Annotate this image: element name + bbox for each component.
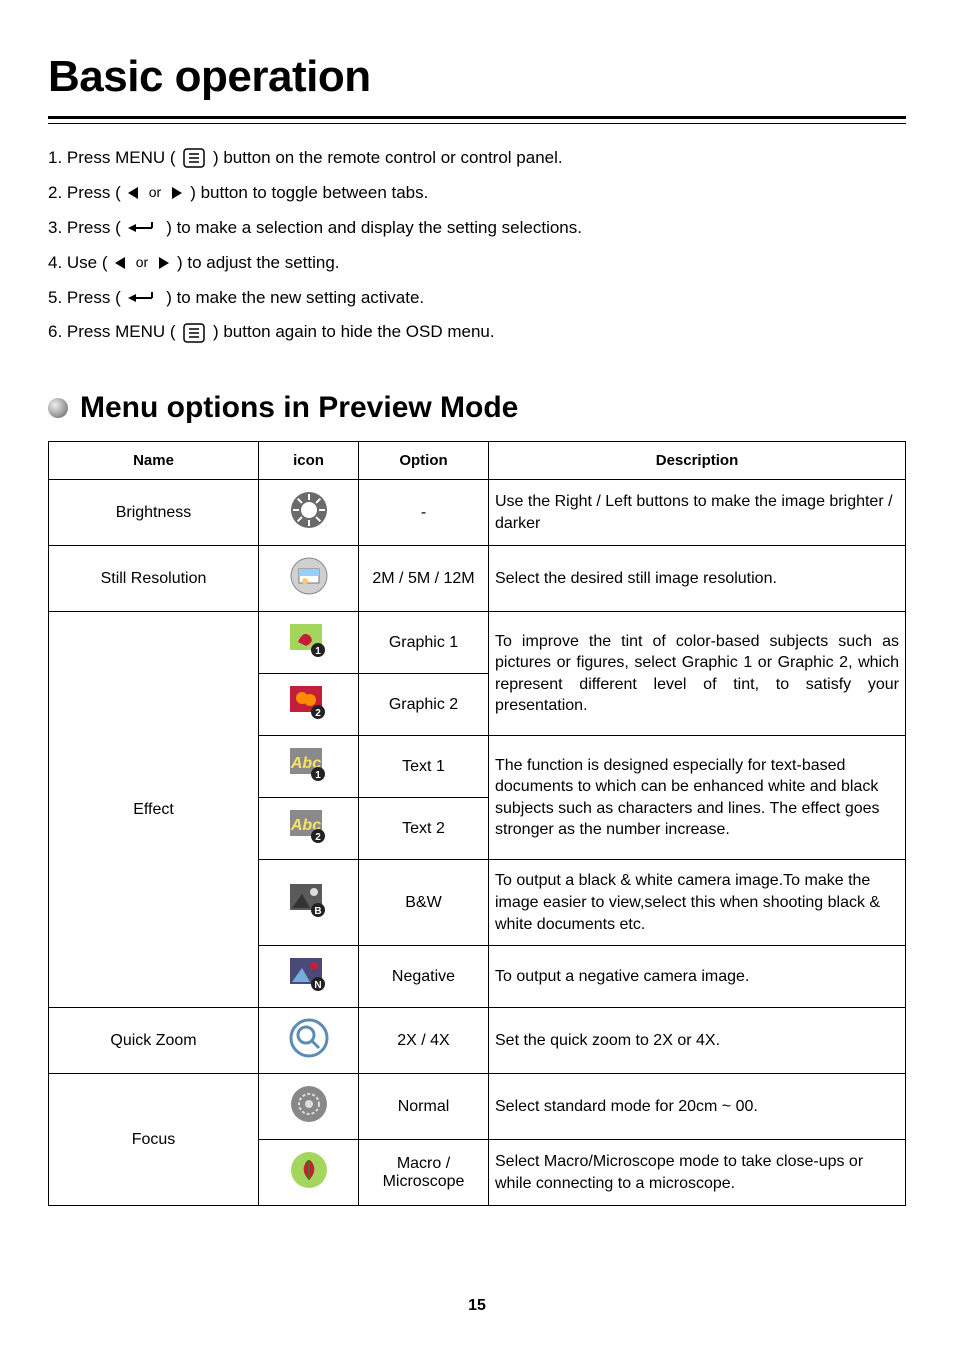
svg-text:or: or [149, 185, 162, 200]
left-right-arrows: or [128, 183, 182, 203]
table-row: Effect1Graphic 1To improve the tint of c… [49, 612, 906, 674]
menu-icon [183, 323, 205, 343]
step-text-before: 3. Press ( [48, 214, 125, 243]
col-icon: icon [259, 442, 359, 480]
table-row: Quick Zoom 2X / 4XSet the quick zoom to 2… [49, 1008, 906, 1074]
text1-icon: Abc1 [259, 736, 359, 798]
table-row: FocusNormalSelect standard mode for 20cm… [49, 1074, 906, 1140]
instruction-steps: 1. Press MENU ( ) button on the remote c… [48, 144, 906, 347]
svg-text:or: or [136, 255, 149, 270]
cell-description: Select the desired still image resolutio… [489, 546, 906, 612]
cell-option: 2M / 5M / 12M [359, 546, 489, 612]
step-text-after: ) to make the new setting activate. [161, 284, 424, 313]
left-right-arrows: or [115, 253, 169, 273]
step-text-after: ) to make a selection and display the se… [161, 214, 582, 243]
cell-option: Text 2 [359, 798, 489, 860]
text2-icon: Abc2 [259, 798, 359, 860]
focus-icon [259, 1074, 359, 1140]
cell-option: Text 1 [359, 736, 489, 798]
col-option: Option [359, 442, 489, 480]
instruction-step: 5. Press ( ) to make the new setting act… [48, 284, 906, 313]
cell-name: Quick Zoom [49, 1008, 259, 1074]
svg-text:1: 1 [315, 770, 321, 781]
cell-description: Select standard mode for 20cm ~ 00. [489, 1074, 906, 1140]
cell-option: 2X / 4X [359, 1008, 489, 1074]
cell-option: Negative [359, 946, 489, 1008]
cell-description: To output a negative camera image. [489, 946, 906, 1008]
cell-description: The function is designed especially for … [489, 736, 906, 860]
step-text-after: ) button on the remote control or contro… [208, 144, 562, 173]
cell-description: Set the quick zoom to 2X or 4X. [489, 1008, 906, 1074]
cell-option: - [359, 480, 489, 546]
cell-option: Graphic 2 [359, 674, 489, 736]
step-text-before: 6. Press MENU ( [48, 318, 180, 347]
cell-description: To output a black & white camera image.T… [489, 860, 906, 946]
instruction-step: 2. Press ( or ) button to toggle between… [48, 179, 906, 208]
cell-description: Select Macro/Microscope mode to take clo… [489, 1140, 906, 1206]
table-row: Still Resolution 2M / 5M / 12MSelect the … [49, 546, 906, 612]
cell-name: Still Resolution [49, 546, 259, 612]
zoom-icon [259, 1008, 359, 1074]
cell-description: Use the Right / Left buttons to make the… [489, 480, 906, 546]
cell-option: Normal [359, 1074, 489, 1140]
title-rule-thick [48, 116, 906, 119]
step-text-before: 4. Use ( [48, 249, 112, 278]
title-rule-thin [48, 123, 906, 124]
enter-icon [128, 218, 158, 238]
page-title: Basic operation [48, 52, 906, 102]
cell-option: Graphic 1 [359, 612, 489, 674]
graphic2-icon: 2 [259, 674, 359, 736]
page-number: 15 [0, 1297, 954, 1315]
section-header: Menu options in Preview Mode [48, 391, 906, 425]
svg-text:N: N [314, 980, 321, 991]
negative-icon: N [259, 946, 359, 1008]
graphic1-icon: 1 [259, 612, 359, 674]
cell-option: B&W [359, 860, 489, 946]
svg-text:B: B [314, 906, 321, 917]
cell-name: Effect [49, 612, 259, 1008]
menu-options-table: Name icon Option Description Brightness -… [48, 441, 906, 1206]
instruction-step: 4. Use ( or ) to adjust the setting. [48, 249, 906, 278]
brightness-icon [259, 480, 359, 546]
step-text-after: ) button to toggle between tabs. [185, 179, 428, 208]
cell-name: Focus [49, 1074, 259, 1206]
step-text-before: 5. Press ( [48, 284, 125, 313]
svg-text:2: 2 [315, 832, 321, 843]
cell-option: Macro / Microscope [359, 1140, 489, 1206]
instruction-step: 1. Press MENU ( ) button on the remote c… [48, 144, 906, 173]
bullet-icon [48, 398, 68, 418]
instruction-step: 6. Press MENU ( ) button again to hide t… [48, 318, 906, 347]
svg-text:2: 2 [315, 708, 321, 719]
resolution-icon [259, 546, 359, 612]
instruction-step: 3. Press ( ) to make a selection and dis… [48, 214, 906, 243]
section-title: Menu options in Preview Mode [80, 391, 518, 425]
cell-name: Brightness [49, 480, 259, 546]
col-name: Name [49, 442, 259, 480]
col-description: Description [489, 442, 906, 480]
svg-text:1: 1 [315, 646, 321, 657]
step-text-before: 1. Press MENU ( [48, 144, 180, 173]
menu-icon [183, 148, 205, 168]
step-text-after: ) to adjust the setting. [172, 249, 339, 278]
macro-icon [259, 1140, 359, 1206]
cell-description: To improve the tint of color-based subje… [489, 612, 906, 736]
bw-icon: B [259, 860, 359, 946]
table-row: Brightness -Use the Right / Left buttons … [49, 480, 906, 546]
step-text-after: ) button again to hide the OSD menu. [208, 318, 494, 347]
step-text-before: 2. Press ( [48, 179, 125, 208]
enter-icon [128, 288, 158, 308]
